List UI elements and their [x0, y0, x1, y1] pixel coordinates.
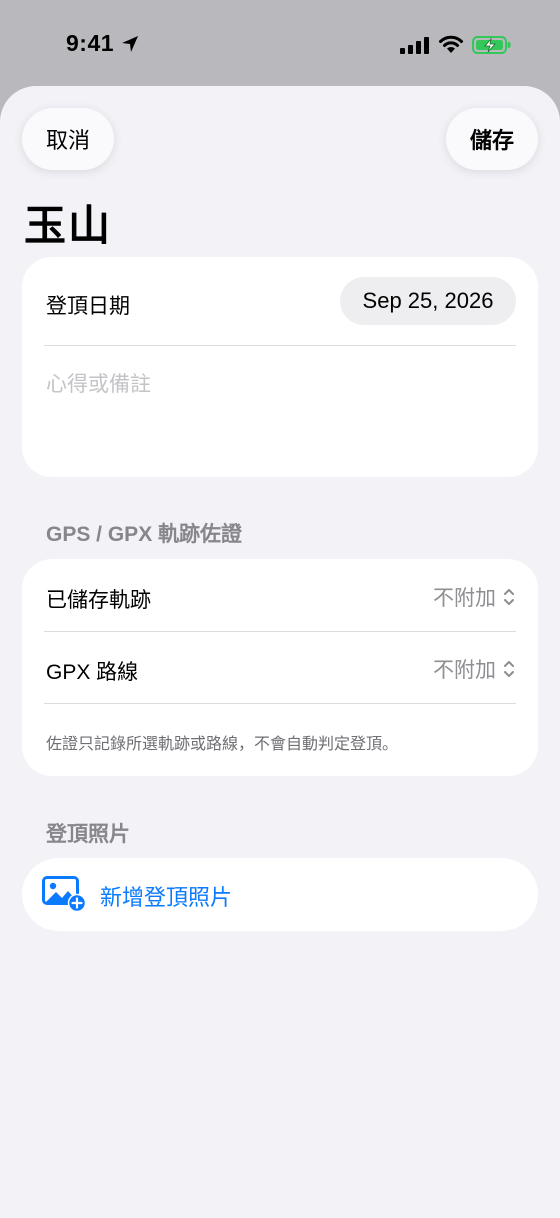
add-photo-label: 新增登頂照片	[100, 885, 233, 910]
photo-add-icon	[42, 876, 86, 912]
add-summit-photo-button[interactable]: 新增登頂照片	[22, 858, 538, 931]
saved-track-label: 已儲存軌跡	[46, 589, 151, 612]
gps-section-header: GPS / GPX 軌跡佐證	[46, 523, 243, 546]
battery-charging-icon	[472, 36, 511, 54]
saved-track-value: 不附加	[433, 587, 496, 610]
gpx-route-picker[interactable]: 不附加	[433, 654, 516, 684]
summit-details-card: 登頂日期 Sep 25, 2026 心得或備註	[22, 257, 538, 477]
gps-footnote: 佐證只記錄所選軌跡或路線，不會自動判定登頂。	[46, 736, 399, 753]
summit-date-label: 登頂日期	[46, 295, 130, 318]
divider	[44, 345, 516, 346]
edit-summit-sheet: 取消 儲存 玉山 登頂日期 Sep 25, 2026 心得或備註 GPS / G…	[0, 86, 560, 1218]
status-bar: 9:41	[0, 0, 560, 90]
cancel-button[interactable]: 取消	[22, 108, 114, 170]
divider	[44, 631, 516, 632]
saved-track-picker[interactable]: 不附加	[433, 582, 516, 612]
photo-section-header: 登頂照片	[46, 823, 130, 846]
location-arrow-icon	[122, 36, 138, 52]
chevron-up-down-icon	[504, 661, 514, 677]
gpx-route-label: GPX 路線	[46, 661, 139, 684]
chevron-up-down-icon	[504, 589, 514, 605]
save-button[interactable]: 儲存	[446, 108, 538, 170]
gpx-route-value: 不附加	[433, 659, 496, 682]
status-time: 9:41	[66, 30, 115, 56]
cellular-signal-icon	[400, 37, 429, 54]
notes-input[interactable]: 心得或備註	[46, 368, 151, 398]
page-title: 玉山	[24, 202, 113, 249]
summit-date-picker[interactable]: Sep 25, 2026	[340, 277, 516, 325]
divider	[44, 703, 516, 704]
wifi-icon	[439, 35, 463, 53]
gps-evidence-card: 已儲存軌跡 不附加 GPX 路線 不附加 佐證只記錄所選軌跡或路線，不會自動判定…	[22, 559, 538, 776]
